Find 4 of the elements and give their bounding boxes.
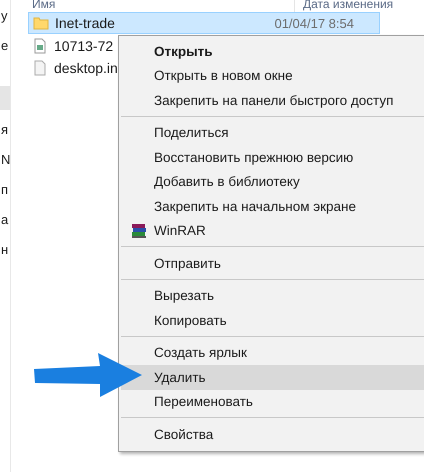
file-date: 01/04/17 8:54 — [274, 16, 354, 30]
file-name: Inet-trade — [55, 15, 115, 31]
file-name: 10713-72 — [54, 38, 114, 54]
file-name: desktop.in — [54, 60, 118, 76]
